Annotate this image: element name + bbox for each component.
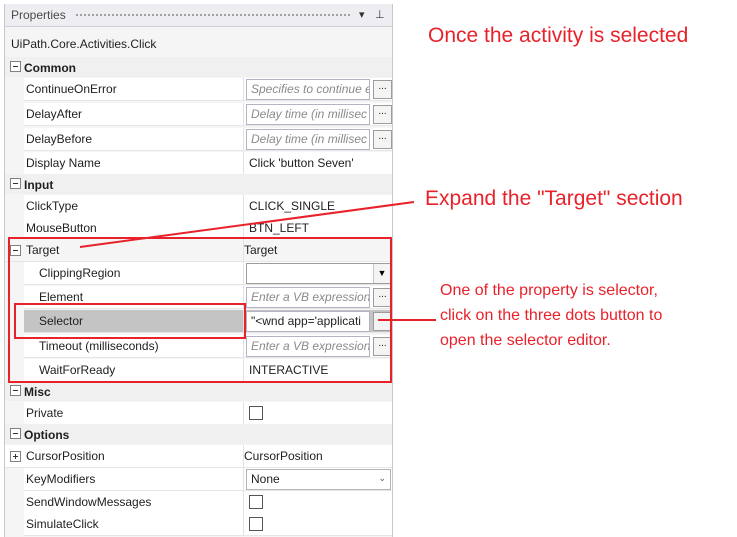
category-label: Options	[24, 428, 70, 442]
annotation-expand-target: Expand the "Target" section	[425, 187, 683, 210]
prop-name: SimulateClick	[26, 517, 99, 531]
continue-on-error-input[interactable]: Specifies to continue e	[246, 79, 370, 100]
panel-title-bar: Properties ▾ ⊥	[5, 4, 392, 27]
dropdown-icon[interactable]: ▾	[359, 8, 365, 21]
category-common[interactable]: Common	[5, 57, 392, 77]
send-window-messages-checkbox[interactable]	[249, 495, 263, 509]
delay-after-input[interactable]: Delay time (in millisec	[246, 104, 370, 125]
category-label: Common	[24, 61, 76, 75]
continue-on-error-ellipsis-button[interactable]: ...	[373, 80, 392, 99]
collapse-icon[interactable]	[10, 61, 21, 72]
prop-name: DelayBefore	[26, 132, 93, 146]
prop-name: DelayAfter	[26, 107, 83, 121]
prop-name: SendWindowMessages	[26, 495, 152, 509]
category-misc[interactable]: Misc	[5, 381, 392, 401]
input-placeholder: Delay time (in millisec	[251, 107, 368, 121]
annotation-selector-line-1: One of the property is selector,	[440, 282, 658, 299]
prop-key-modifiers: KeyModifiers None ⌄	[24, 468, 392, 491]
input-placeholder: Specifies to continue e	[251, 82, 370, 96]
activity-type-label: UiPath.Core.Activities.Click	[11, 37, 157, 51]
simulate-click-checkbox[interactable]	[249, 517, 263, 531]
key-modifiers-value: None	[251, 472, 280, 486]
expand-icon[interactable]	[10, 451, 21, 462]
annotation-activity-selected: Once the activity is selected	[428, 24, 689, 47]
pin-icon[interactable]: ⊥	[375, 8, 385, 21]
prop-private: Private	[24, 402, 392, 425]
annotation-selector-line-3: open the selector editor.	[440, 332, 611, 349]
delay-before-input[interactable]: Delay time (in millisec	[246, 129, 370, 150]
prop-name: MouseButton	[26, 221, 97, 235]
collapse-icon[interactable]	[10, 428, 21, 439]
private-checkbox[interactable]	[249, 406, 263, 420]
category-label: Input	[24, 178, 54, 192]
prop-name: KeyModifiers	[26, 472, 96, 486]
collapse-icon[interactable]	[10, 385, 21, 396]
category-options[interactable]: Options	[5, 424, 392, 444]
cursor-position-value: CursorPosition	[244, 449, 323, 463]
prop-cursor-position: CursorPosition CursorPosition	[5, 445, 392, 468]
mouse-button-value[interactable]: BTN_LEFT	[249, 221, 309, 235]
prop-name: CursorPosition	[26, 449, 105, 463]
prop-simulate-click: SimulateClick	[24, 513, 392, 536]
display-name-value[interactable]: Click 'button Seven'	[249, 156, 354, 170]
prop-name: Display Name	[26, 156, 101, 170]
delay-after-ellipsis-button[interactable]: ...	[373, 105, 392, 124]
prop-send-window-messages: SendWindowMessages	[24, 491, 392, 514]
click-type-value[interactable]: CLICK_SINGLE	[249, 199, 335, 213]
prop-display-name: Display Name Click 'button Seven'	[24, 152, 392, 175]
category-label: Misc	[24, 385, 51, 399]
prop-continue-on-error: ContinueOnError Specifies to continue e …	[24, 78, 392, 101]
drag-grip[interactable]	[75, 13, 351, 18]
prop-click-type: ClickType CLICK_SINGLE	[24, 195, 392, 218]
chevron-down-icon[interactable]: ⌄	[378, 473, 386, 484]
prop-name: ClickType	[26, 199, 79, 213]
prop-delay-after: DelayAfter Delay time (in millisec ...	[24, 103, 392, 126]
input-placeholder: Delay time (in millisec	[251, 132, 368, 146]
prop-name: Private	[26, 406, 64, 420]
key-modifiers-select[interactable]: None ⌄	[246, 469, 391, 490]
delay-before-ellipsis-button[interactable]: ...	[373, 130, 392, 149]
prop-name: ContinueOnError	[26, 82, 117, 96]
panel-title: Properties	[11, 8, 66, 22]
prop-delay-before: DelayBefore Delay time (in millisec ...	[24, 128, 392, 151]
selector-highlight	[14, 303, 246, 339]
collapse-icon[interactable]	[10, 178, 21, 189]
annotation-selector-line-2: click on the three dots button to	[440, 307, 663, 324]
category-input[interactable]: Input	[5, 174, 392, 194]
